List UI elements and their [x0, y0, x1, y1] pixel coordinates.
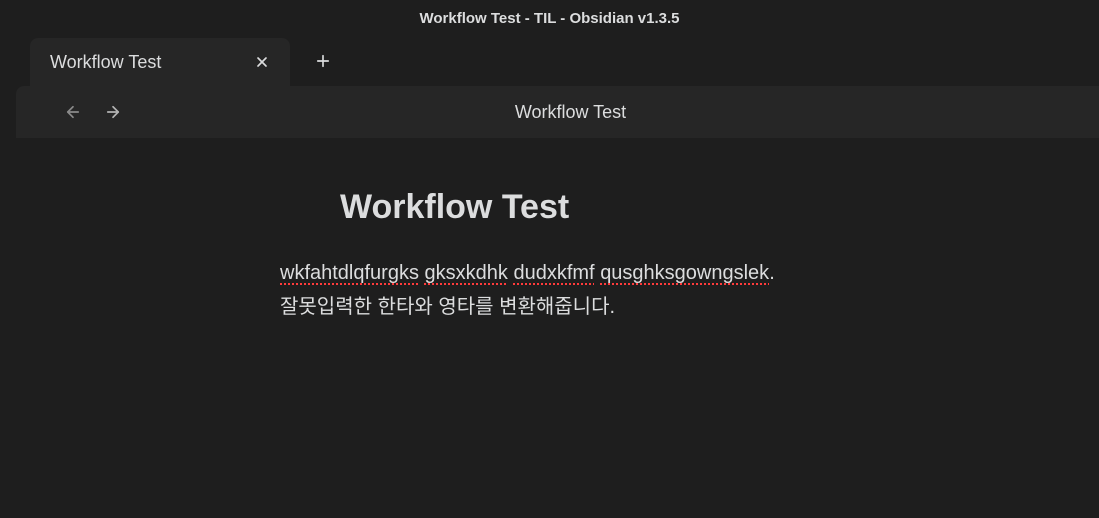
view-header: Workflow Test [16, 86, 1099, 138]
new-tab-button[interactable] [306, 44, 340, 78]
note-line-2[interactable]: 잘못입력한 한타와 영타를 변환해줍니다. [280, 291, 980, 323]
note-body[interactable]: wkfahtdlqfurgks gksxkdhk dudxkfmf qusghk… [280, 257, 980, 323]
nav-arrows [64, 103, 122, 121]
tab-title: Workflow Test [50, 52, 161, 73]
view-header-title[interactable]: Workflow Test [122, 102, 1079, 123]
misspelled-word[interactable]: qusghksgowngslek [600, 262, 769, 284]
window-titlebar: Workflow Test - TIL - Obsidian v1.3.5 [0, 0, 1099, 36]
tab-active[interactable]: Workflow Test [30, 38, 290, 86]
back-arrow-icon[interactable] [64, 103, 82, 121]
misspelled-word[interactable]: wkfahtdlqfurgks [280, 262, 419, 284]
note-line-1[interactable]: wkfahtdlqfurgks gksxkdhk dudxkfmf qusghk… [280, 257, 980, 289]
punctuation: . [769, 262, 775, 284]
forward-arrow-icon[interactable] [104, 103, 122, 121]
tab-header: Workflow Test [0, 36, 1099, 86]
editor-content[interactable]: Workflow Test wkfahtdlqfurgks gksxkdhk d… [0, 138, 1099, 518]
note-title[interactable]: Workflow Test [280, 188, 980, 227]
window-title: Workflow Test - TIL - Obsidian v1.3.5 [419, 10, 679, 27]
misspelled-word[interactable]: dudxkfmf [513, 262, 594, 284]
close-icon[interactable] [250, 50, 274, 74]
misspelled-word[interactable]: gksxkdhk [425, 262, 508, 284]
